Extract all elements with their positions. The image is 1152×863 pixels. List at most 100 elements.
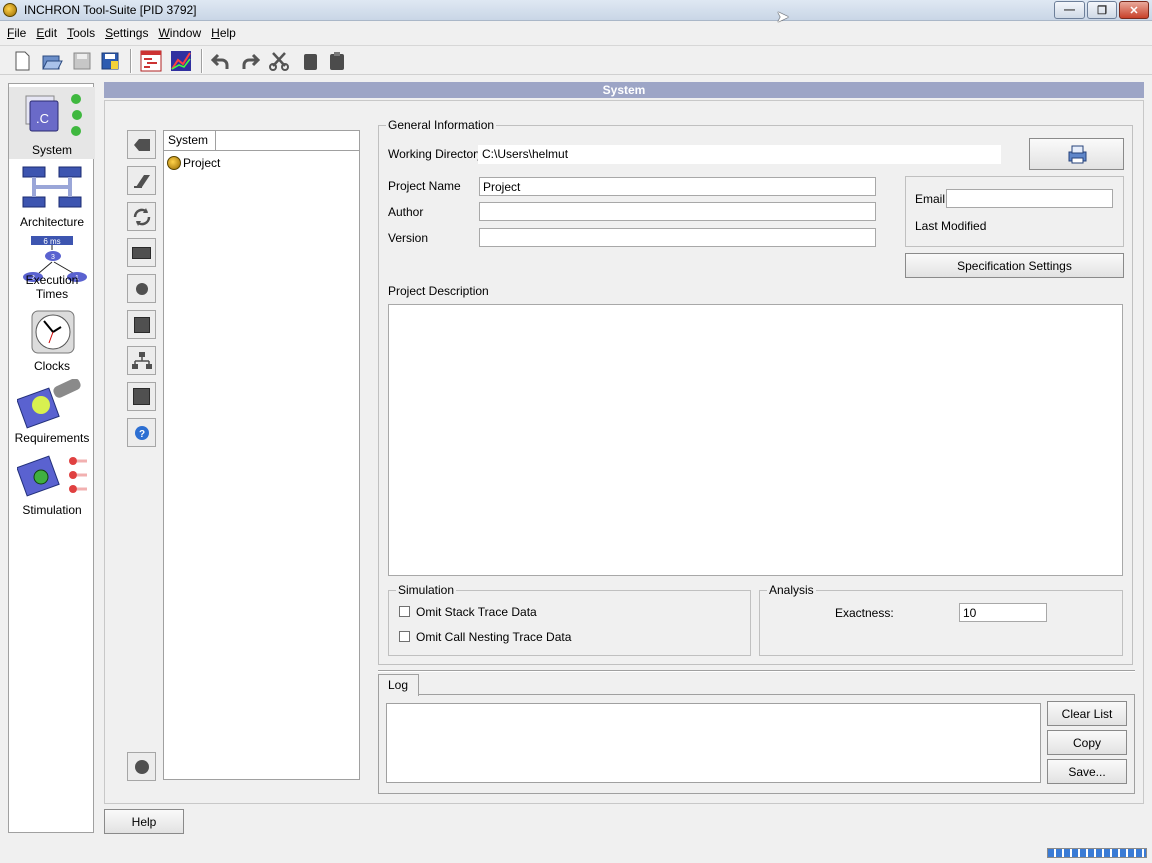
omit-call-nesting-checkbox[interactable] <box>399 631 410 642</box>
project-icon <box>167 156 181 170</box>
toolbar-separator <box>201 49 203 73</box>
square-icon[interactable] <box>127 310 156 339</box>
project-name-input[interactable] <box>479 177 876 196</box>
requirements-icon <box>17 379 81 429</box>
tree-item-project[interactable]: Project <box>183 156 220 170</box>
record-icon[interactable] <box>127 752 156 781</box>
nav-execution-times-label: Execution Times <box>25 273 79 301</box>
clear-list-button[interactable]: Clear List <box>1047 701 1127 726</box>
menu-file[interactable]: File <box>2 26 31 40</box>
menu-settings[interactable]: Settings <box>100 26 153 40</box>
analysis-group: Analysis <box>759 583 1123 656</box>
nav-execution-times[interactable]: 6 ms 3 2 1 Execution Times <box>9 231 95 303</box>
contact-group <box>905 176 1124 247</box>
omit-stack-label[interactable]: Omit Stack Trace Data <box>416 605 537 619</box>
specification-settings-button[interactable]: Specification Settings <box>905 253 1124 278</box>
left-navigation: .C System Architecture 6 ms 3 2 1 Execut… <box>8 83 95 833</box>
menu-help[interactable]: Help <box>206 26 241 40</box>
working-directory-label: Working Directory <box>388 147 484 161</box>
paste-icon[interactable] <box>325 49 349 73</box>
nav-requirements[interactable]: Requirements <box>9 375 95 447</box>
open-icon[interactable] <box>40 49 64 73</box>
ellipse-icon[interactable] <box>127 274 156 303</box>
log-list[interactable] <box>386 703 1041 783</box>
general-information-title: General Information <box>386 118 497 132</box>
cut-icon[interactable] <box>267 49 291 73</box>
exactness-label: Exactness: <box>835 606 894 620</box>
gantt-icon[interactable] <box>139 49 163 73</box>
close-button[interactable]: ✕ <box>1119 1 1149 19</box>
new-icon[interactable] <box>10 49 34 73</box>
exec-time-badge-text: 6 ms <box>43 237 60 246</box>
nav-clocks[interactable]: Clocks <box>9 303 95 375</box>
window-title: INCHRON Tool-Suite [PID 3792] <box>24 3 197 17</box>
log-tab[interactable]: Log <box>378 674 419 696</box>
svg-text:.C: .C <box>36 111 49 126</box>
exactness-input[interactable] <box>959 603 1047 622</box>
exec-node-text: 3 <box>51 254 55 261</box>
project-description-label: Project Description <box>388 284 489 298</box>
nav-requirements-label: Requirements <box>14 431 90 445</box>
menu-edit[interactable]: Edit <box>31 26 62 40</box>
copy-icon[interactable] <box>298 49 322 73</box>
simulation-group: Simulation <box>388 583 751 656</box>
copy-button[interactable]: Copy <box>1047 730 1127 755</box>
email-label: Email <box>915 192 946 206</box>
help-button[interactable]: Help <box>104 809 184 834</box>
minimize-button[interactable]: — <box>1054 1 1085 19</box>
save-button[interactable]: Save... <box>1047 759 1127 784</box>
restore-button[interactable]: ❐ <box>1087 1 1117 19</box>
hierarchy-icon[interactable] <box>127 346 156 375</box>
author-input[interactable] <box>479 202 876 221</box>
app-icon <box>3 3 17 17</box>
stimulation-icon <box>17 455 87 497</box>
version-input[interactable] <box>479 228 876 247</box>
save-as-icon[interactable] <box>98 49 122 73</box>
email-input[interactable] <box>946 189 1113 208</box>
project-description-textarea[interactable] <box>388 304 1123 576</box>
clock-icon <box>31 310 75 354</box>
eraser-icon[interactable] <box>127 166 156 195</box>
redo-icon[interactable] <box>238 49 262 73</box>
omit-call-nesting-label[interactable]: Omit Call Nesting Trace Data <box>416 630 571 644</box>
help-icon[interactable]: ? <box>127 418 156 447</box>
print-button[interactable] <box>1029 138 1124 170</box>
tag-icon[interactable] <box>127 130 156 159</box>
nav-stimulation-label: Stimulation <box>22 503 82 517</box>
chart-icon[interactable] <box>169 49 193 73</box>
block-icon[interactable] <box>127 382 156 411</box>
nav-system-label: System <box>31 143 72 157</box>
log-divider <box>378 670 1135 672</box>
project-name-label: Project Name <box>388 179 461 193</box>
menu-tools[interactable]: Tools <box>62 26 100 40</box>
tree-column-header[interactable]: System <box>164 131 216 151</box>
rectangle-icon[interactable] <box>127 238 156 267</box>
nav-stimulation[interactable]: Stimulation <box>9 447 95 519</box>
svg-text:?: ? <box>138 429 144 440</box>
architecture-icon <box>22 166 82 208</box>
system-icon: .C <box>25 94 82 136</box>
omit-stack-checkbox[interactable] <box>399 606 410 617</box>
save-icon[interactable] <box>70 49 94 73</box>
nav-architecture-label: Architecture <box>19 215 85 229</box>
working-directory-value: C:\Users\helmut <box>478 145 1001 164</box>
section-header: System <box>104 82 1144 98</box>
system-tree[interactable]: System Project <box>163 130 360 780</box>
progress-bar <box>1047 848 1147 858</box>
nav-architecture[interactable]: Architecture <box>9 159 95 231</box>
printer-icon <box>1068 145 1086 164</box>
nav-clocks-label: Clocks <box>33 359 70 373</box>
title-bar: INCHRON Tool-Suite [PID 3792] — ❐ ✕ <box>0 0 1152 21</box>
menu-window[interactable]: Window <box>153 26 206 40</box>
version-label: Version <box>388 231 429 245</box>
last-modified-label: Last Modified <box>915 219 987 233</box>
undo-icon[interactable] <box>209 49 233 73</box>
refresh-icon[interactable] <box>127 202 156 231</box>
author-label: Author <box>388 205 424 219</box>
tree-header-filler <box>216 131 359 151</box>
analysis-title: Analysis <box>767 583 816 597</box>
nav-system[interactable]: .C System <box>9 87 95 159</box>
simulation-title: Simulation <box>396 583 457 597</box>
toolbar-separator <box>130 49 132 73</box>
toolbar <box>0 45 1152 75</box>
